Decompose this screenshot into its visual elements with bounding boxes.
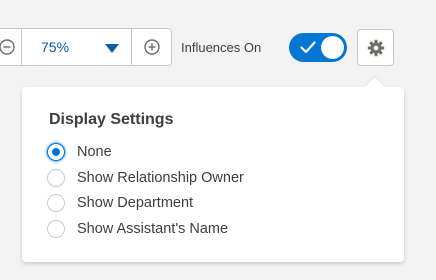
radio-button[interactable] (47, 143, 65, 161)
display-settings-button[interactable] (357, 29, 394, 66)
radio-label: Show Assistant's Name (77, 221, 229, 237)
radio-label: Show Department (77, 195, 194, 211)
radio-button[interactable] (47, 220, 65, 238)
zoom-in-button[interactable] (131, 28, 172, 66)
toolbar: 75% Influences On (0, 0, 436, 90)
display-settings-popover: Display Settings None Show Relationship … (22, 87, 404, 262)
radio-label: None (77, 144, 112, 160)
popover-title: Display Settings (49, 111, 174, 128)
radio-button[interactable] (47, 169, 65, 187)
zoom-value: 75% (41, 39, 70, 55)
toggle-knob (321, 36, 344, 59)
plus-circle-icon (144, 39, 160, 55)
radio-label: Show Relationship Owner (77, 170, 244, 186)
influences-label: Influences On (181, 40, 262, 55)
minus-circle-icon (0, 39, 15, 55)
caret-down-icon (105, 44, 119, 53)
radio-button[interactable] (47, 194, 65, 212)
zoom-out-button[interactable] (0, 28, 22, 66)
zoom-select[interactable]: 75% (21, 28, 132, 66)
check-icon (300, 41, 316, 54)
gear-icon (367, 39, 385, 57)
influences-toggle[interactable] (289, 33, 347, 62)
